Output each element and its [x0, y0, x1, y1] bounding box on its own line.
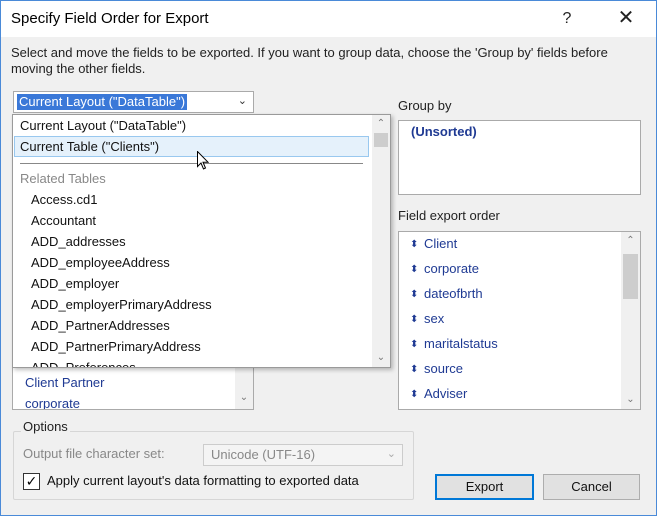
field-export-order-list[interactable]: ⬍ Client ⬍ corporate ⬍ dateofbrth ⬍ sex ⬍ mar… [398, 231, 641, 410]
scroll-down-icon[interactable]: ⌄ [621, 391, 640, 409]
dropdown-item-related-table[interactable]: ADD_PartnerPrimaryAddress [31, 336, 201, 357]
list-item[interactable]: Client Partner [25, 374, 104, 392]
charset-select[interactable]: Unicode (UTF-16) ⌄ [203, 444, 403, 466]
dropdown-item-related-table[interactable]: ADD_addresses [31, 231, 126, 252]
dropdown-scrollbar[interactable]: ⌃ ⌄ [372, 115, 390, 367]
check-icon: ✓ [25, 473, 38, 489]
field-name: maritalstatus [424, 336, 498, 351]
group-by-label: Group by [398, 98, 452, 113]
charset-select-value: Unicode (UTF-16) [211, 447, 316, 462]
field-name: Client [424, 236, 458, 251]
dropdown-item-related-table[interactable]: ADD_PartnerAddresses [31, 315, 170, 336]
charset-label: Output file character set: [23, 446, 165, 461]
dropdown-item-related-table[interactable]: Accountant [31, 210, 96, 231]
field-name: Adviser [424, 386, 468, 401]
field-name: corporate [424, 261, 479, 276]
help-button[interactable]: ? [553, 1, 581, 37]
title-bar: Specify Field Order for Export ? ✕ [1, 1, 656, 37]
source-table-select[interactable]: Current Layout ("DataTable") ⌄ [13, 91, 254, 113]
dropdown-item-related-table[interactable]: Access.cd1 [31, 189, 97, 210]
dropdown-item-related-table[interactable]: ADD_employerPrimaryAddress [31, 294, 212, 315]
list-item[interactable]: ⬍ corporate [410, 259, 479, 279]
related-tables-header: Related Tables [20, 171, 106, 186]
drag-handle-icon[interactable]: ⬍ [410, 310, 424, 330]
group-by-list[interactable]: (Unsorted) [398, 120, 641, 195]
list-item[interactable]: ⬍ maritalstatus [410, 334, 498, 354]
dropdown-item-related-table[interactable]: ADD_employer [31, 273, 119, 294]
field-name: source [424, 361, 464, 376]
list-item[interactable]: ⬍ Client [410, 234, 457, 254]
scroll-up-icon[interactable]: ⌃ [372, 115, 390, 132]
drag-handle-icon[interactable]: ⬍ [410, 385, 424, 405]
field-export-order-label: Field export order [398, 208, 500, 223]
available-fields-list[interactable]: Client Partner corporate ⌄ [12, 366, 254, 410]
instructions-text: Select and move the fields to be exporte… [11, 45, 608, 76]
list-item[interactable]: (Unsorted) [411, 124, 477, 139]
scroll-down-icon[interactable]: ⌄ [372, 349, 390, 366]
dropdown-item-current-table[interactable]: Current Table ("Clients") [14, 136, 369, 157]
list-item[interactable]: corporate [25, 395, 80, 409]
scrollbar-thumb[interactable] [623, 254, 638, 299]
chevron-down-icon: ⌄ [386, 448, 396, 460]
list-item[interactable]: ⬍ dateofbrth [410, 284, 483, 304]
source-table-select-value: Current Layout ("DataTable") [17, 94, 188, 110]
dialog-title: Specify Field Order for Export [11, 10, 209, 27]
export-button[interactable]: Export [435, 474, 534, 500]
available-fields-scrollbar[interactable]: ⌄ [235, 367, 253, 409]
drag-handle-icon[interactable]: ⬍ [410, 235, 424, 255]
cancel-button[interactable]: Cancel [543, 474, 640, 500]
options-legend: Options [21, 419, 70, 434]
scroll-up-icon[interactable]: ⌃ [621, 232, 640, 250]
export-field-order-dialog: Specify Field Order for Export ? ✕ Selec… [0, 0, 657, 516]
field-export-scrollbar[interactable]: ⌃ ⌄ [621, 232, 640, 409]
scrollbar-thumb[interactable] [374, 133, 388, 147]
list-item[interactable]: ⬍ sex [410, 309, 444, 329]
drag-handle-icon[interactable]: ⬍ [410, 285, 424, 305]
drag-handle-icon[interactable]: ⬍ [410, 335, 424, 355]
drag-handle-icon[interactable]: ⬍ [410, 360, 424, 380]
dropdown-item-related-table[interactable]: ADD_Preferences [31, 357, 136, 367]
list-item[interactable]: ⬍ Adviser [410, 384, 467, 404]
dropdown-separator [20, 163, 363, 164]
list-item[interactable]: ⬍ source [410, 359, 463, 379]
apply-formatting-checkbox[interactable]: ✓ [23, 473, 40, 490]
drag-handle-icon[interactable]: ⬍ [410, 260, 424, 280]
chevron-down-icon: ⌄ [237, 95, 247, 107]
dropdown-item-current-layout[interactable]: Current Layout ("DataTable") [14, 115, 369, 136]
mouse-cursor-icon [197, 151, 209, 170]
dropdown-item-related-table[interactable]: ADD_employeeAddress [31, 252, 170, 273]
close-button[interactable]: ✕ [606, 1, 646, 37]
scroll-down-icon[interactable]: ⌄ [235, 389, 253, 406]
field-name: dateofbrth [424, 286, 483, 301]
field-name: sex [424, 311, 445, 326]
apply-formatting-label[interactable]: Apply current layout's data formatting t… [47, 473, 359, 488]
